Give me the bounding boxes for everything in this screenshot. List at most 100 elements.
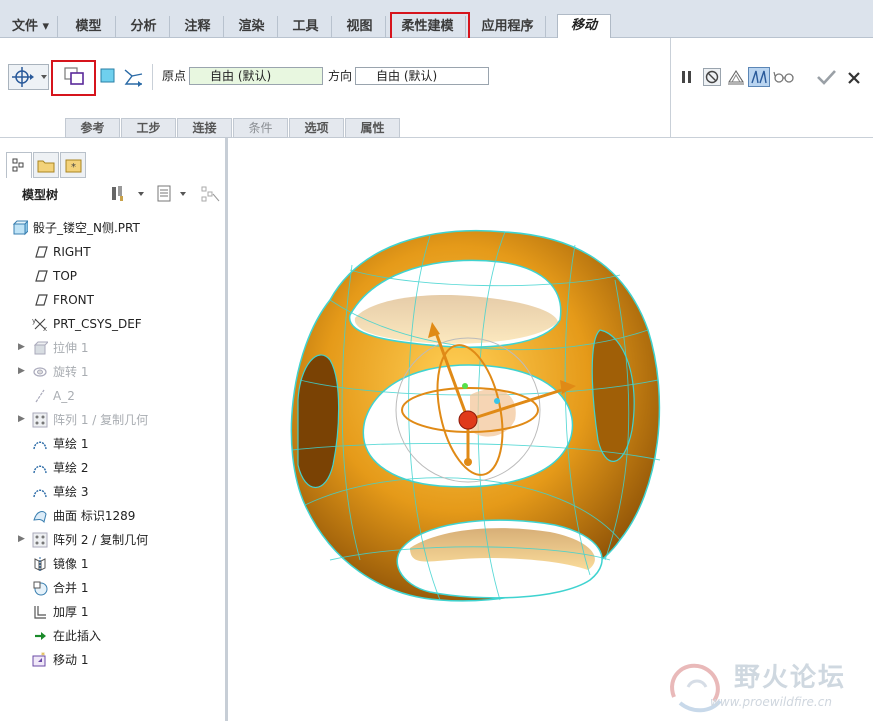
folder-icon: [37, 160, 55, 173]
tree-item[interactable]: 加厚 1: [0, 600, 225, 624]
tab-annotate[interactable]: 注释: [172, 16, 224, 38]
tree-item-label: 草绘 2: [53, 461, 89, 475]
tab-folder-browser[interactable]: [33, 152, 59, 178]
tree-item[interactable]: * 移动 1: [0, 648, 225, 672]
sketch-icon: [33, 465, 47, 474]
app-window: 文件 ▾ 模型 分析 注释 渲染 工具 视图 柔性建模 应用程序 移动 原点 自…: [0, 0, 873, 721]
tab-applications[interactable]: 应用程序: [470, 16, 546, 38]
glasses-icon[interactable]: [773, 69, 795, 85]
tree-item[interactable]: 曲面 标识1289: [0, 504, 225, 528]
tab-render[interactable]: 渲染: [226, 16, 278, 38]
model-tree-panel: * 模型树 骰子_镂空_N侧.PRT RIGHT TOP FRONT y x P…: [0, 138, 228, 721]
tree-item[interactable]: ▶ 旋转 1: [0, 360, 225, 384]
tree-item[interactable]: 草绘 1: [0, 432, 225, 456]
expand-arrow-icon[interactable]: ▶: [18, 342, 25, 352]
preview-geometry-icon[interactable]: [726, 68, 746, 86]
tree-item[interactable]: 镜像 1: [0, 552, 225, 576]
tab-file[interactable]: 文件 ▾: [4, 16, 58, 38]
surface-box-icon[interactable]: [100, 68, 116, 84]
tree-item[interactable]: 草绘 3: [0, 480, 225, 504]
tree-item-label: 草绘 1: [53, 437, 89, 451]
tab-model-tree[interactable]: [6, 152, 32, 178]
tree-item[interactable]: ▶ 阵列 2 / 复制几何: [0, 528, 225, 552]
graphics-viewport[interactable]: [231, 138, 873, 721]
tab-favorites[interactable]: *: [60, 152, 86, 178]
tab-tools[interactable]: 工具: [280, 16, 332, 38]
move-ribbon: 原点 自由 (默认) 方向 自由 (默认) 参考 工步 连接 条件 选项 属性: [0, 38, 873, 138]
tree-item[interactable]: y x PRT_CSYS_DEF: [0, 312, 225, 336]
subtab-references[interactable]: 参考: [65, 118, 120, 138]
expand-arrow-icon[interactable]: ▶: [18, 534, 25, 544]
svg-text:x: x: [43, 325, 47, 332]
tree-settings-icon[interactable]: [110, 184, 150, 204]
confirm-check-icon[interactable]: [815, 68, 837, 86]
datum-plane-icon: [35, 246, 48, 258]
watermark: 野火论坛 www.proewildfire.cn: [662, 655, 873, 721]
tree-item-label: 骰子_镂空_N侧.PRT: [33, 221, 140, 235]
watermark-title: 野火论坛: [734, 663, 847, 693]
tree-item[interactable]: ▶ 阵列 1 / 复制几何: [0, 408, 225, 432]
subtab-conditions[interactable]: 条件: [233, 118, 288, 138]
tree-filter-icon[interactable]: [199, 184, 223, 204]
tree-item[interactable]: 草绘 2: [0, 456, 225, 480]
tree-item[interactable]: 骰子_镂空_N侧.PRT: [0, 216, 225, 240]
tab-model[interactable]: 模型: [62, 16, 116, 38]
tree-item-label: 阵列 1 / 复制几何: [53, 413, 149, 427]
verify-mode-icon[interactable]: [748, 67, 770, 87]
origin-label: 原点: [162, 69, 187, 83]
tree-item[interactable]: 在此插入: [0, 624, 225, 648]
no-preview-icon[interactable]: [703, 68, 721, 86]
subtab-properties[interactable]: 属性: [345, 118, 400, 138]
tree-item-label: TOP: [53, 269, 78, 283]
tree-item-label: 阵列 2 / 复制几何: [53, 533, 149, 547]
origin-field[interactable]: 自由 (默认): [189, 67, 323, 85]
move-type-icon[interactable]: [8, 64, 50, 90]
tree-item[interactable]: RIGHT: [0, 240, 225, 264]
cancel-x-icon[interactable]: [847, 71, 861, 85]
surface-icon: [33, 511, 47, 524]
tab-analysis[interactable]: 分析: [118, 16, 170, 38]
part-icon: [12, 220, 28, 236]
tab-move[interactable]: 移动: [557, 14, 611, 39]
sketch-icon: [33, 441, 47, 450]
thicken-icon: [34, 606, 46, 619]
tree-item[interactable]: A_2: [0, 384, 225, 408]
tree-item[interactable]: ▶ 拉伸 1: [0, 336, 225, 360]
axis-icon: [35, 389, 45, 403]
model-tree-title: 模型树: [22, 188, 59, 202]
watermark-logo-icon: [670, 663, 722, 713]
dimension-move-icon[interactable]: [122, 66, 146, 88]
direction-field[interactable]: 自由 (默认): [355, 67, 489, 85]
subtab-steps[interactable]: 工步: [121, 118, 176, 138]
svg-text:y: y: [32, 317, 36, 325]
tree-item-label: RIGHT: [53, 245, 91, 259]
pause-icon[interactable]: [680, 70, 694, 84]
tab-view[interactable]: 视图: [334, 16, 386, 38]
tree-item-label: 移动 1: [53, 653, 89, 667]
move-icon: *: [32, 652, 46, 667]
tree-item[interactable]: FRONT: [0, 288, 225, 312]
tree-item-label: 曲面 标识1289: [53, 509, 136, 523]
pattern-icon: [32, 412, 48, 428]
insert-arrow-icon: [35, 632, 46, 640]
tree-item-label: FRONT: [53, 293, 94, 307]
expand-arrow-icon[interactable]: ▶: [18, 414, 25, 424]
subtab-attachment[interactable]: 连接: [177, 118, 232, 138]
csys-icon: yx: [32, 317, 47, 332]
mirror-icon: [34, 557, 46, 571]
tree-item-label: 合并 1: [53, 581, 89, 595]
dice-model-3d[interactable]: [231, 138, 873, 721]
tree-view-icon: [12, 158, 24, 172]
tree-item-label: 草绘 3: [53, 485, 89, 499]
ribbon-divider: [670, 38, 671, 137]
subtab-options[interactable]: 选项: [289, 118, 344, 138]
tree-item-label: 加厚 1: [53, 605, 89, 619]
expand-arrow-icon[interactable]: ▶: [18, 366, 25, 376]
datum-plane-icon: [35, 270, 48, 282]
ribbon-separator: [152, 64, 153, 90]
tree-show-icon[interactable]: [156, 184, 192, 204]
svg-text:*: *: [71, 162, 76, 173]
tree-item[interactable]: 合并 1: [0, 576, 225, 600]
tree-item[interactable]: TOP: [0, 264, 225, 288]
tree-item-label: 拉伸 1: [53, 341, 89, 355]
